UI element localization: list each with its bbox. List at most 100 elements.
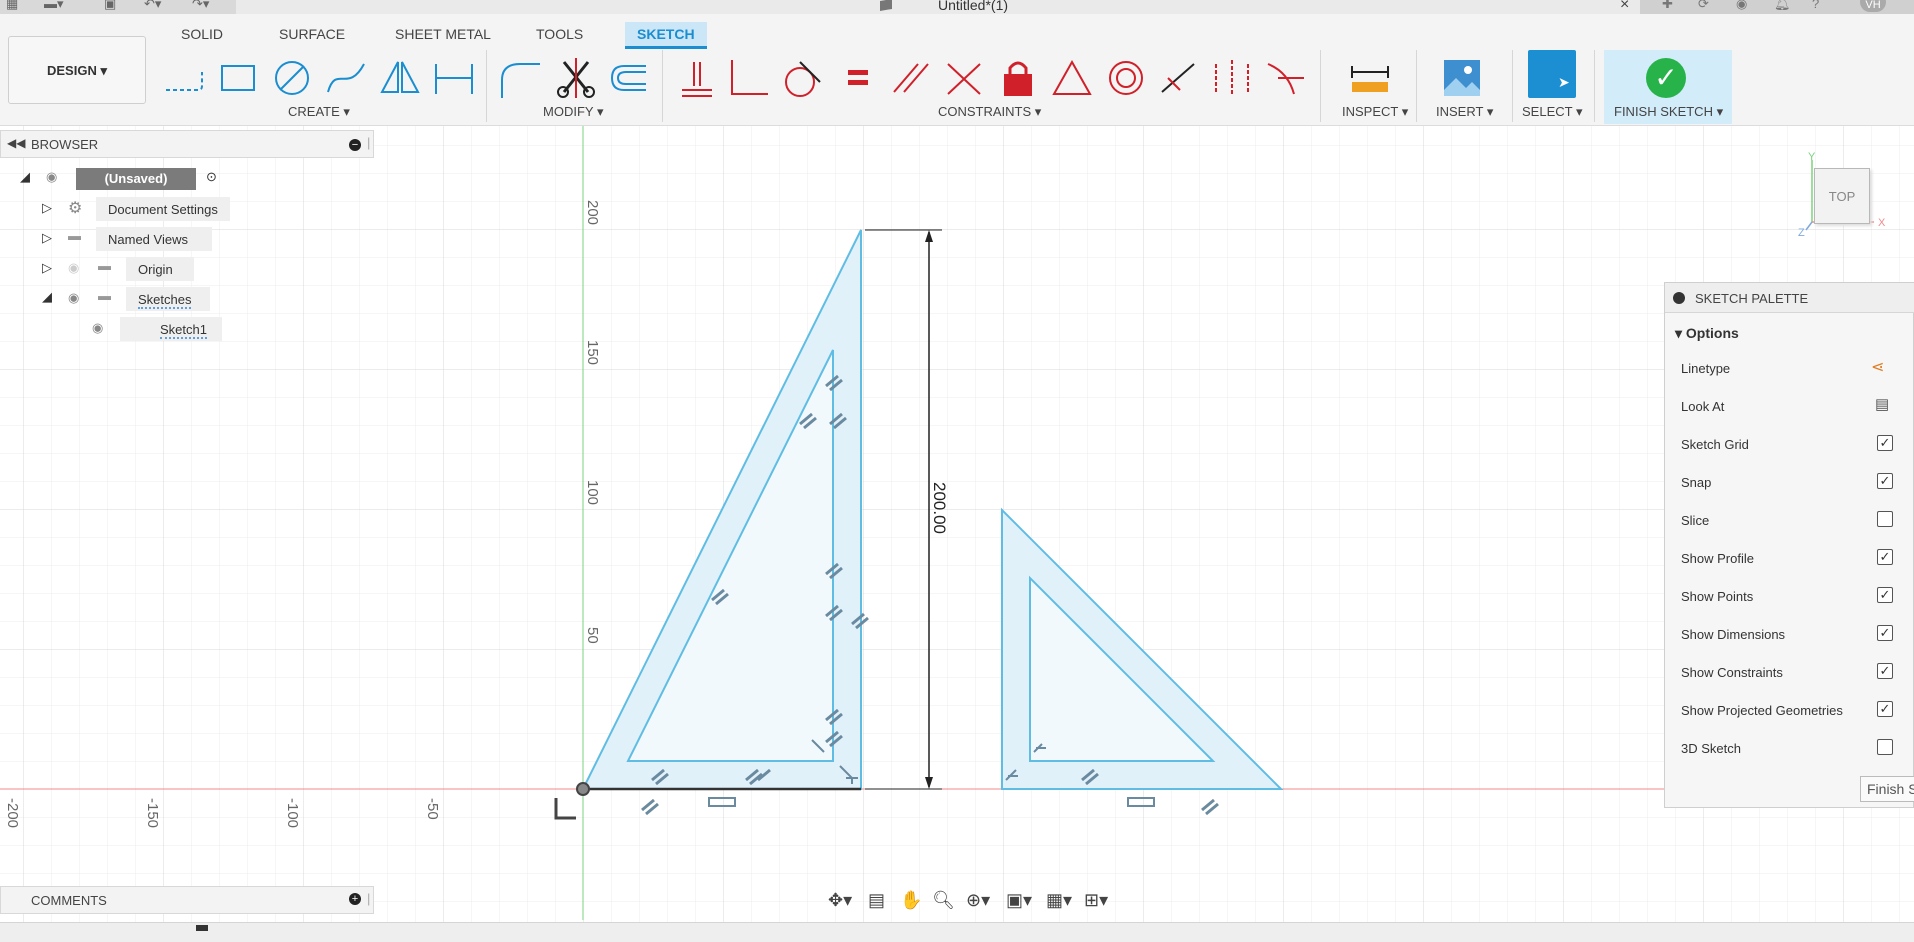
save-icon[interactable]: ▣ [104,0,116,12]
finish-sketch-button[interactable]: Finish Sketch [1860,776,1914,802]
create-menu[interactable]: CREATE ▾ [288,104,350,120]
fix-lock-icon[interactable] [996,58,1040,98]
visibility-eye-icon[interactable]: ◉ [68,290,79,306]
comments-panel-header[interactable]: COMMENTS + | [0,886,374,914]
finish-sketch-menu[interactable]: FINISH SKETCH ▾ [1614,104,1723,120]
3d-sketch-checkbox[interactable] [1877,739,1893,755]
tab-tools[interactable]: TOOLS [536,26,583,42]
measure-tool-icon[interactable] [1348,58,1392,98]
select-menu[interactable]: SELECT ▾ [1522,104,1582,120]
look-at-nav-icon[interactable]: ▤ [868,890,885,911]
timeline-handle-icon[interactable] [196,925,208,931]
sketch-canvas[interactable]: 200 150 100 50 -200 -150 -100 -50 200.00 [0,126,1914,926]
close-tab-icon[interactable]: × [1620,0,1629,14]
file-menu-icon[interactable]: ▬▾ [44,0,64,12]
display-settings-icon[interactable]: ▣▾ [1006,890,1032,911]
concentric-constraint-icon[interactable] [1104,58,1148,98]
browser-resize-handle[interactable]: | [367,135,370,150]
show-constraints-checkbox[interactable]: ✓ [1877,663,1893,679]
zoom-icon[interactable]: 🔍︎ [932,890,955,911]
symmetry-constraint-icon[interactable] [1210,58,1254,98]
tab-sheet-metal[interactable]: SHEET METAL [395,26,491,42]
collapse-browser-icon[interactable]: ◀◀ [7,136,25,150]
show-profile-checkbox[interactable]: ✓ [1877,549,1893,565]
linetype-construction-icon[interactable]: ⋖ [1871,357,1884,377]
extensions-icon[interactable]: ◉ [1736,0,1747,12]
trim-tool-icon[interactable] [554,58,598,98]
sketch-dimension-icon[interactable] [432,58,476,98]
tangent-constraint-icon[interactable] [780,58,824,98]
pan-hand-icon[interactable]: ✋ [900,890,922,911]
modify-menu[interactable]: MODIFY ▾ [543,104,603,120]
workspace-switcher-button[interactable]: DESIGN ▾ [8,36,146,104]
mirror-tool-icon[interactable] [378,58,422,98]
midpoint-constraint-icon[interactable] [1050,58,1094,98]
viewports-icon[interactable]: ⊞▾ [1084,890,1108,911]
slice-checkbox[interactable] [1877,511,1893,527]
grid-settings-icon[interactable]: ▦▾ [1046,890,1072,911]
undo-icon[interactable]: ↶▾ [144,0,161,12]
curvature-constraint-icon[interactable] [1264,58,1308,98]
expand-arrow-icon[interactable]: ▷ [42,200,52,216]
line-tool-icon[interactable] [162,58,206,98]
horizontal-vertical-constraint-icon[interactable] [674,58,718,98]
browser-panel-header[interactable]: ◀◀ BROWSER − | [0,130,374,158]
add-comment-icon[interactable]: + [349,893,361,905]
tree-item-document-settings[interactable]: ▷ ⚙ Document Settings [40,197,240,223]
rectangle-tool-icon[interactable] [216,58,260,98]
expand-arrow-icon[interactable]: ◢ [42,289,52,305]
viewcube[interactable]: TOP [1814,168,1870,224]
insert-menu[interactable]: INSERT ▾ [1436,104,1493,120]
constraints-menu[interactable]: CONSTRAINTS ▾ [938,104,1041,120]
collinear-constraint-icon[interactable] [1156,58,1200,98]
perpendicular-constraint-icon[interactable] [942,58,986,98]
visibility-eye-icon[interactable]: ◉ [46,169,57,185]
show-dimensions-checkbox[interactable]: ✓ [1877,625,1893,641]
expand-arrow-icon[interactable]: ◢ [20,169,30,185]
select-tool-icon[interactable]: ➤ [1528,50,1576,98]
show-points-checkbox[interactable]: ✓ [1877,587,1893,603]
tab-surface[interactable]: SURFACE [279,26,345,42]
finish-sketch-check-icon[interactable]: ✓ [1646,58,1686,98]
redo-icon[interactable]: ↷▾ [192,0,209,12]
sketch-grid-checkbox[interactable]: ✓ [1877,435,1893,451]
root-component-label[interactable]: (Unsaved) [76,168,196,190]
new-tab-icon[interactable]: ✚ [1662,0,1673,12]
tab-solid[interactable]: SOLID [181,26,223,42]
help-icon[interactable]: ? [1812,0,1819,11]
activate-radio-icon[interactable]: ⊙ [206,169,217,185]
show-projected-geometries-checkbox[interactable]: ✓ [1877,701,1893,717]
tree-item-named-views[interactable]: ▷ ▬ Named Views [40,227,240,253]
fillet-tool-icon[interactable] [498,58,542,98]
look-at-icon[interactable]: ▤ [1875,395,1889,413]
equal-constraint-icon[interactable] [836,58,880,98]
tree-item-sketches[interactable]: ◢ ◉ ▬ Sketches [40,287,240,313]
comments-resize-handle[interactable]: | [367,891,370,906]
expand-arrow-icon[interactable]: ▷ [42,230,52,246]
tree-item-origin[interactable]: ▷ ◉ ▬ Origin [40,257,240,283]
apps-grid-icon[interactable]: ▦ [6,0,18,12]
job-status-icon[interactable]: ⟳ [1698,0,1709,12]
sketch-palette-header[interactable]: SKETCH PALETTE [1665,283,1914,313]
inspect-menu[interactable]: INSPECT ▾ [1342,104,1408,120]
collapse-palette-icon[interactable] [1673,292,1685,304]
tree-item-sketch1[interactable]: ◉ ▭ Sketch1 [80,317,260,343]
dimension-value[interactable]: 200.00 [930,482,949,534]
spline-tool-icon[interactable] [324,58,368,98]
insert-image-icon[interactable] [1440,58,1484,98]
browser-pin-icon[interactable]: − [349,139,361,151]
options-section-toggle[interactable]: ▾ Options [1675,325,1739,342]
circle-tool-icon[interactable] [270,58,314,98]
orbit-icon[interactable]: ✥▾ [828,890,852,911]
notifications-icon[interactable]: 🔔︎ [1774,0,1791,12]
parallel-constraint-icon[interactable] [888,58,932,98]
tab-sketch[interactable]: SKETCH [625,22,707,49]
coincident-constraint-icon[interactable] [728,58,772,98]
origin-point[interactable] [576,782,590,796]
offset-tool-icon[interactable] [606,58,650,98]
visibility-eye-icon[interactable]: ◉ [92,320,103,336]
expand-arrow-icon[interactable]: ▷ [42,260,52,276]
snap-checkbox[interactable]: ✓ [1877,473,1893,489]
hidden-eye-icon[interactable]: ◉ [68,260,79,276]
fit-window-icon[interactable]: ⊕▾ [966,890,990,911]
